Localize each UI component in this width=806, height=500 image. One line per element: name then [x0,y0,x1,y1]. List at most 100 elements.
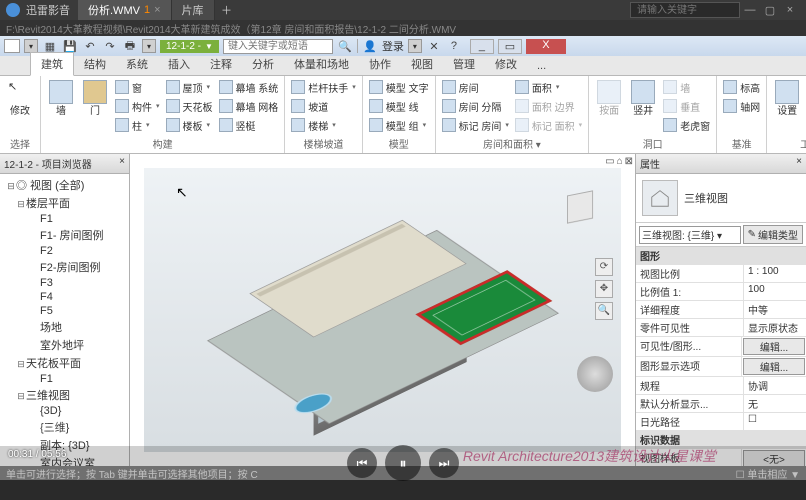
wall-opening-button[interactable]: 墙 [661,78,712,96]
player-tab-video[interactable]: 份析.WMV 1 × [78,0,172,20]
player-tab-library[interactable]: 片库 [172,0,215,20]
ceiling-button[interactable]: 天花板 [164,97,215,115]
prop-row[interactable]: 比例值 1:100 [636,283,806,301]
chevron-down-icon[interactable]: ▼ [205,42,213,51]
railing-button[interactable]: 栏杆扶手▾ [289,78,358,96]
tab-manage[interactable]: 管理 [443,53,485,75]
user-icon[interactable]: 👤 [362,38,378,54]
tab-structure[interactable]: 结构 [74,53,116,75]
tag-room-button[interactable]: 标记 房间▾ [440,116,511,134]
view-cube[interactable] [559,186,603,230]
tree-node[interactable]: ⊟三维视图 [2,386,127,404]
prop-row[interactable]: 可见性/图形...编辑... [636,337,806,357]
tree-node[interactable]: F1 [2,372,127,386]
edit-type-button[interactable]: ✎编辑类型 [743,225,803,244]
roof-button[interactable]: 屋顶▾ [164,78,215,96]
search-icon[interactable]: 🔍 [337,38,353,54]
tag-area-button[interactable]: 标记 面积▾ [513,116,584,134]
tree-node[interactable]: ⊟楼层平面 [2,194,127,212]
panel-close-icon[interactable]: × [119,156,125,171]
maximize-icon[interactable]: ▢ [760,4,780,17]
player-tab-add[interactable]: ＋ [215,0,239,20]
tab-extra[interactable]: ... [527,57,556,75]
app-search-input[interactable] [223,39,333,54]
panel-title[interactable]: 12-1-2 - 项目浏览器× [0,154,129,174]
prop-row[interactable]: 详细程度中等 [636,301,806,319]
view-close-icon[interactable]: ⊠ [625,156,633,167]
room-button[interactable]: 房间 [440,78,511,96]
column-button[interactable]: 柱▾ [113,116,162,134]
prop-row[interactable]: 图形显示选项编辑... [636,357,806,377]
tree-node[interactable]: F5 [2,304,127,318]
help-icon[interactable]: ? [446,38,462,54]
tree-node[interactable]: 场地 [2,318,127,336]
window-button[interactable]: 窗 [113,78,162,96]
tab-collab[interactable]: 协作 [359,53,401,75]
viewport-3d[interactable]: ▭ ⌂ ⊠ ↖ ⟳ ✥ 🔍 [130,154,636,466]
prop-row[interactable]: 默认分析显示...无 [636,395,806,413]
tab-massing[interactable]: 体量和场地 [284,53,359,75]
level-button[interactable]: 标高 [721,78,762,96]
zoom-icon[interactable]: 🔍 [595,302,613,320]
tree-node[interactable]: ⊟天花板平面 [2,354,127,372]
app-minimize-button[interactable]: _ [470,39,494,54]
login-dropdown[interactable]: ▾ [408,39,422,53]
model-text-button[interactable]: 模型 文字 [367,78,431,96]
tree-node[interactable]: F1- 房间图例 [2,226,127,244]
tab-modify[interactable]: 修改 [485,53,527,75]
tab-view[interactable]: 视图 [401,53,443,75]
shaft-button[interactable]: 竖井 [627,78,659,119]
app-menu-button[interactable] [4,39,20,53]
component-button[interactable]: 构件▾ [113,97,162,115]
set-button[interactable]: 设置 [771,78,803,119]
room-separator-button[interactable]: 房间 分隔 [440,97,511,115]
prop-row[interactable]: 视图比例1 : 100 [636,265,806,283]
close-icon[interactable]: × [780,4,800,16]
prev-button[interactable]: ⏮ [347,448,377,478]
modify-button[interactable]: ↖修改 [4,78,36,119]
minimize-icon[interactable]: — [740,4,760,16]
tree-node[interactable]: F3 [2,276,127,290]
tree-node[interactable]: F4 [2,290,127,304]
stair-button[interactable]: 楼梯▾ [289,116,358,134]
prop-row[interactable]: 日光路径☐ [636,413,806,431]
close-icon[interactable]: × [154,4,160,16]
dormer-button[interactable]: 老虎窗 [661,116,712,134]
login-link[interactable]: 登录 [382,38,404,54]
wall-button[interactable]: 墙 [45,78,77,119]
exchange-icon[interactable]: ✕ [426,38,442,54]
tab-insert[interactable]: 插入 [158,53,200,75]
area-boundary-button[interactable]: 面积 边界 [513,97,584,115]
tree-node[interactable]: F1 [2,212,127,226]
curtain-system-button[interactable]: 幕墙 系统 [217,78,281,96]
panel-title[interactable]: 属性× [636,154,806,174]
nav-wheel[interactable] [577,356,613,392]
tree-node[interactable]: F2 [2,244,127,258]
qat-redo-icon[interactable]: ↷ [102,38,118,54]
qat-more[interactable]: ▾ [142,39,156,53]
mullion-button[interactable]: 竖梃 [217,116,281,134]
curtain-grid-button[interactable]: 幕墙 网格 [217,97,281,115]
orbit-icon[interactable]: ⟳ [595,258,613,276]
by-face-button[interactable]: 按面 [593,78,625,119]
floor-button[interactable]: 楼板▾ [164,116,215,134]
door-button[interactable]: 门 [79,78,111,119]
qat-print-icon[interactable]: 🖶 [122,38,138,54]
model-group-button[interactable]: 模型 组▾ [367,116,431,134]
tab-analyze[interactable]: 分析 [242,53,284,75]
pan-icon[interactable]: ✥ [595,280,613,298]
model-line-button[interactable]: 模型 线 [367,97,431,115]
player-search-input[interactable] [630,2,740,18]
view-toggle-icon[interactable]: ▭ [605,156,614,167]
instance-selector[interactable]: 三维视图: {三维} ▾ [639,226,741,244]
properties-grid[interactable]: 图形视图比例1 : 100比例值 1:100详细程度中等零件可见性显示原状态可见… [636,247,806,466]
qat-undo-icon[interactable]: ↶ [82,38,98,54]
prop-row[interactable]: 零件可见性显示原状态 [636,319,806,337]
play-pause-button[interactable]: ⏸ [385,445,421,481]
qat-dropdown[interactable]: ▾ [24,39,38,53]
ramp-button[interactable]: 坡道 [289,97,358,115]
app-maximize-button[interactable]: ▭ [498,39,522,54]
tab-systems[interactable]: 系统 [116,53,158,75]
panel-close-icon[interactable]: × [796,156,802,171]
prop-row[interactable]: 规程协调 [636,377,806,395]
